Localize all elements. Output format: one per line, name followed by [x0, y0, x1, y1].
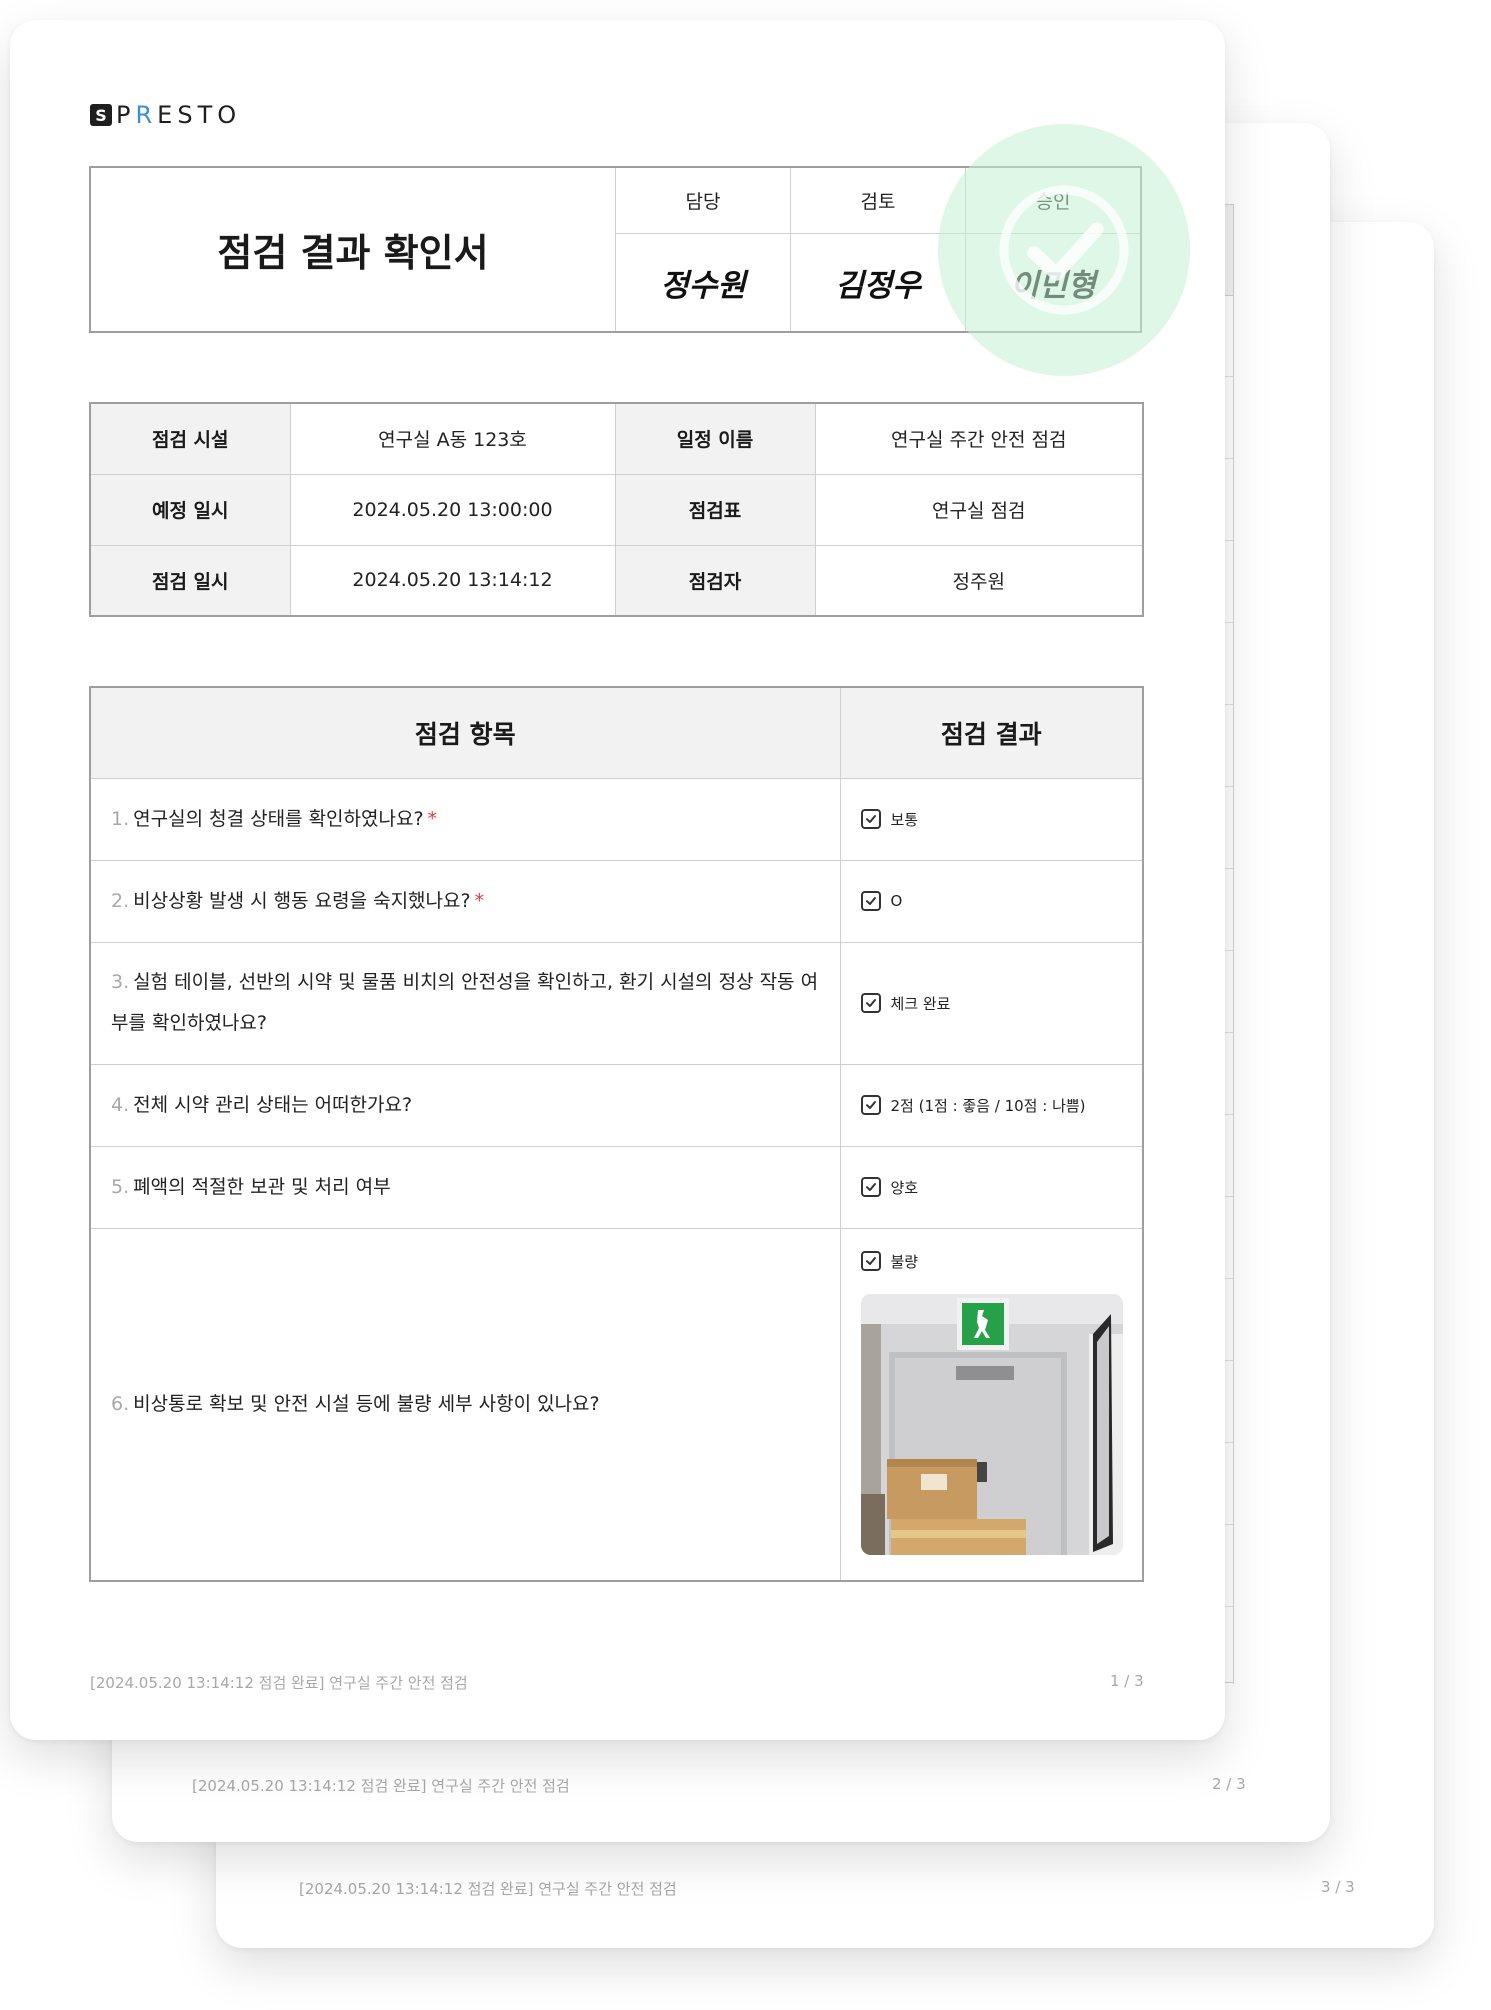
table-row: 5. 폐액의 적절한 보관 및 처리 여부 양호: [89, 1145, 1144, 1229]
facility-label: 점검 시설: [89, 402, 291, 475]
question-cell: 3. 실험 테이블, 선반의 시약 및 물품 비치의 안전성을 확인하고, 환기 …: [89, 941, 841, 1065]
checkbox-checked-icon: [860, 993, 881, 1013]
approval-approver: 승인 이민형: [966, 168, 1140, 331]
question-cell: 1. 연구실의 청결 상태를 확인하였나요? *: [89, 777, 841, 861]
answer-cell: 불량: [839, 1227, 1144, 1582]
page-2-footer-text: [2024.05.20 13:14:12 점검 완료] 연구실 주간 안전 점검: [192, 1777, 570, 1795]
checkbox-checked-icon: [860, 1095, 881, 1115]
inspection-info-table: 점검 시설 연구실 A동 123호 일정 이름 연구실 주간 안전 점검 예정 …: [89, 402, 1144, 617]
answer-cell: 양호: [839, 1145, 1144, 1229]
schedule-name-label: 일정 이름: [614, 402, 816, 475]
page-3-footer-text: [2024.05.20 13:14:12 점검 완료] 연구실 주간 안전 점검: [299, 1880, 677, 1898]
table-row: 3. 실험 테이블, 선반의 시약 및 물품 비치의 안전성을 확인하고, 환기 …: [89, 941, 1144, 1065]
question-cell: 4. 전체 시약 관리 상태는 어떠한가요?: [89, 1063, 841, 1147]
column-header-item: 점검 항목: [89, 686, 841, 779]
table-row: 점검 일시 2024.05.20 13:14:12 점검자 정주원: [89, 544, 1144, 617]
signature: 정수원: [660, 268, 746, 304]
planned-date-label: 예정 일시: [89, 473, 291, 546]
answer-cell: 체크 완료: [839, 941, 1144, 1065]
inspection-items-table: 점검 항목 점검 결과 1. 연구실의 청결 상태를 확인하였나요? * 보통 2.…: [89, 686, 1144, 1582]
schedule-name-value: 연구실 주간 안전 점검: [814, 402, 1144, 475]
answer-cell: 보통: [839, 777, 1144, 861]
question-cell: 6. 비상통로 확보 및 안전 시설 등에 불량 세부 사항이 있나요?: [89, 1227, 841, 1582]
logo-mark: S: [90, 104, 112, 126]
column-header-result: 점검 결과: [839, 686, 1144, 779]
checklist-label: 점검표: [614, 473, 816, 546]
inspector-label: 점검자: [614, 544, 816, 617]
table-row: 2. 비상상황 발생 시 행동 요령을 숙지했나요? * O: [89, 859, 1144, 943]
table-row: 점검 시설 연구실 A동 123호 일정 이름 연구실 주간 안전 점검: [89, 402, 1144, 475]
table-row: 1. 연구실의 청결 상태를 확인하였나요? * 보통: [89, 777, 1144, 861]
page-title: 점검 결과 확인서: [91, 168, 616, 331]
signature: 김정우: [835, 268, 921, 304]
table-row: 예정 일시 2024.05.20 13:00:00 점검표 연구실 점검: [89, 473, 1144, 546]
page-2-footer-page: 2 / 3: [1212, 1775, 1246, 1793]
checkbox-checked-icon: [860, 809, 881, 829]
question-cell: 2. 비상상황 발생 시 행동 요령을 숙지했나요? *: [89, 859, 841, 943]
table-row: 4. 전체 시약 관리 상태는 어떠한가요? 2점 (1점 : 좋음 / 10점 …: [89, 1063, 1144, 1147]
required-marker: *: [427, 807, 438, 830]
table-row: 6. 비상통로 확보 및 안전 시설 등에 불량 세부 사항이 있나요? 불량: [89, 1227, 1144, 1582]
answer-cell: O: [839, 859, 1144, 943]
checkbox-checked-icon: [860, 1177, 881, 1197]
checkbox-checked-icon: [860, 891, 881, 911]
approval-role-label: 승인: [966, 168, 1140, 234]
required-marker: *: [474, 889, 485, 912]
table-header-row: 점검 항목 점검 결과: [89, 686, 1144, 779]
approval-staff: 담당 정수원: [616, 168, 791, 331]
answer-cell: 2점 (1점 : 좋음 / 10점 : 나쁨): [839, 1063, 1144, 1147]
inspected-date-label: 점검 일시: [89, 544, 291, 617]
facility-value: 연구실 A동 123호: [289, 402, 616, 475]
presto-logo: S PRESTO: [90, 101, 241, 129]
logo-wordmark: PRESTO: [116, 101, 242, 129]
document-page-1: S PRESTO 점검 결과 확인서 담당 정수원 검토 김정우 승인 이민형 …: [10, 20, 1225, 1740]
checklist-value: 연구실 점검: [814, 473, 1144, 546]
approval-role-label: 담당: [616, 168, 790, 234]
page-3-footer-page: 3 / 3: [1321, 1878, 1355, 1896]
evidence-photo[interactable]: [860, 1293, 1123, 1555]
page-1-footer-page: 1 / 3: [1110, 1672, 1144, 1690]
approval-reviewer: 검토 김정우: [791, 168, 966, 331]
approval-header: 점검 결과 확인서 담당 정수원 검토 김정우 승인 이민형: [89, 166, 1142, 333]
signature: 이민형: [1010, 268, 1096, 304]
inspector-value: 정주원: [814, 544, 1144, 617]
inspected-date-value: 2024.05.20 13:14:12: [289, 544, 616, 617]
approval-role-label: 검토: [791, 168, 965, 234]
question-cell: 5. 폐액의 적절한 보관 및 처리 여부: [89, 1145, 841, 1229]
checkbox-checked-icon: [860, 1251, 881, 1271]
planned-date-value: 2024.05.20 13:00:00: [289, 473, 616, 546]
page-1-footer-text: [2024.05.20 13:14:12 점검 완료] 연구실 주간 안전 점검: [90, 1674, 468, 1692]
